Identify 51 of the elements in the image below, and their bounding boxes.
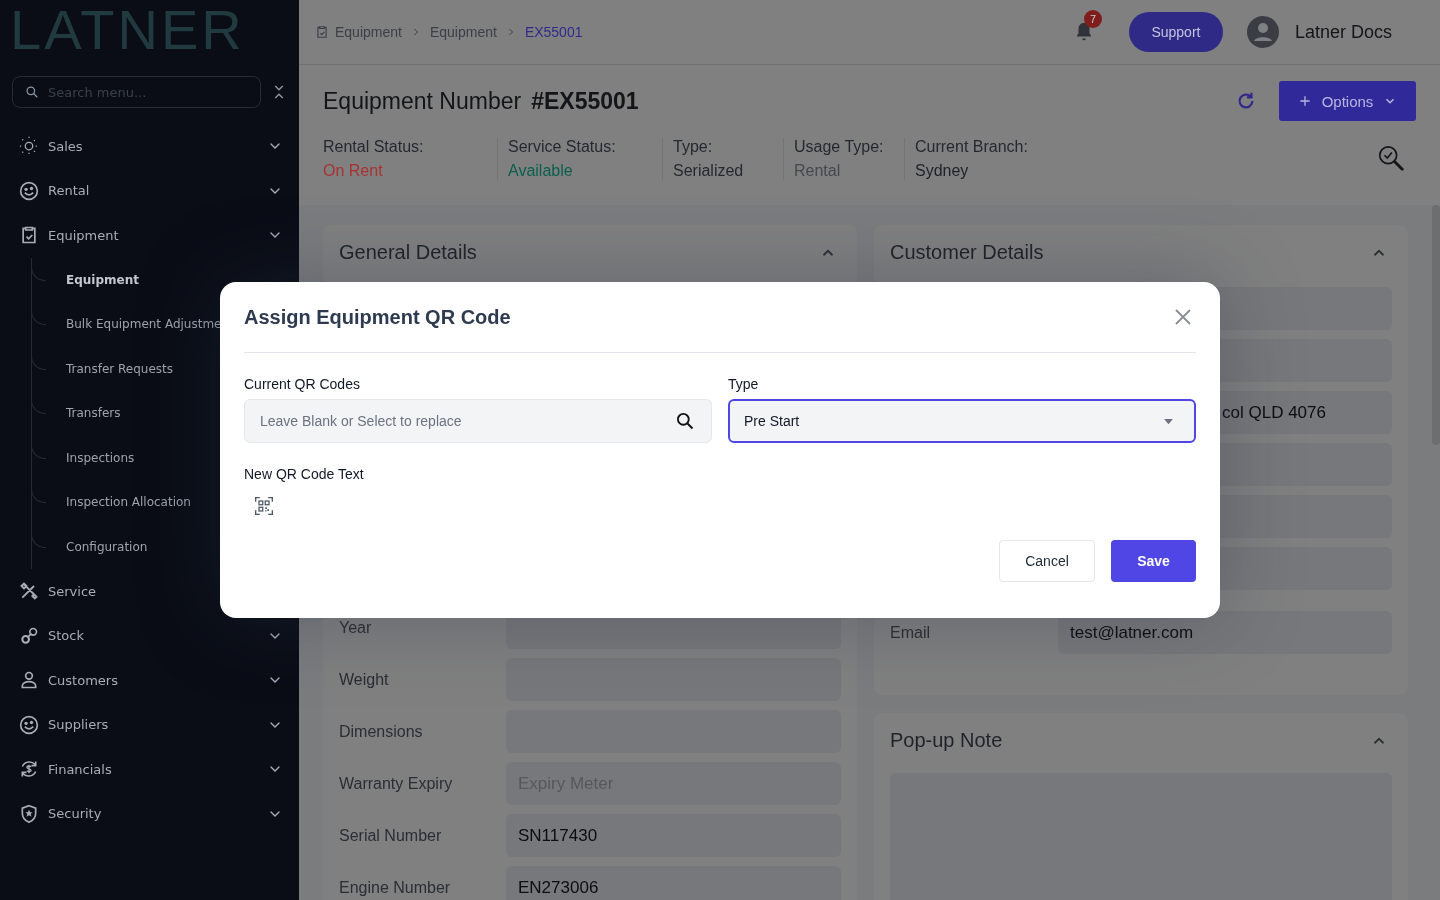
menu-item[interactable]: Rental [0,168,299,213]
submenu-item[interactable]: Inspection Allocation [66,495,191,510]
submenu-item[interactable]: Transfer Requests [66,361,174,376]
input-field[interactable]: EN273006 [506,866,841,900]
status-value: Sydney [915,162,970,180]
status-label: Current Branch: [915,138,1028,156]
save-button[interactable]: Save [1111,540,1196,582]
menu-item[interactable]: Equipment [0,213,299,258]
notification-count: 7 [1083,10,1102,28]
field-label: Year [339,618,373,637]
page-title: Equipment Number [323,87,522,115]
status-label: Service Status: [508,138,617,156]
user-name[interactable]: Latner Docs [1294,21,1392,43]
dialog-title: Assign Equipment QR Code [244,305,511,329]
support-button[interactable]: Support [1128,12,1223,52]
menu-item[interactable]: Customers [0,658,299,703]
card-title: Pop-up Note [890,729,1003,752]
field-label: Type [728,376,760,392]
status-value: Available [508,162,574,180]
status-label: Type: [673,138,714,156]
card-title: General Details [339,241,477,264]
menu-item[interactable]: Security [0,791,299,836]
equipment-number: #EX55001 [531,87,639,115]
submenu-item[interactable]: Inspections [66,450,135,465]
status-value: On Rent [323,162,384,180]
menu-item[interactable]: Stock [0,613,299,658]
menu-item[interactable]: Sales [0,124,299,169]
submenu-item[interactable]: Configuration [66,539,148,554]
menu-item[interactable]: Suppliers [0,702,299,747]
menu-item[interactable]: Financials [0,747,299,792]
status-value: Rental [794,162,842,180]
field-label: New QR Code Text [244,466,365,482]
input-field[interactable]: test@latner.com [1058,611,1392,654]
card-title: Customer Details [890,241,1044,264]
field-label: Warranty Expiry [339,774,454,793]
status-value: Serialized [673,162,745,180]
field-label: Email [890,623,930,641]
submenu-item[interactable]: Transfers [66,406,121,421]
field-label: Weight [339,670,390,689]
field-label: Engine Number [339,878,452,897]
input-field[interactable]: SN117430 [506,814,841,857]
type-select[interactable]: Pre Start [728,399,1196,443]
field-label: Serial Number [339,826,443,845]
submenu-item[interactable]: Equipment [66,272,139,287]
status-label: Usage Type: [794,138,885,156]
submenu-item[interactable]: Bulk Equipment Adjustme [66,317,222,332]
options-button[interactable]: Options [1279,81,1416,121]
field-label: Current QR Codes [244,376,361,392]
field-label: Dimensions [339,722,424,741]
status-label: Rental Status: [323,138,425,156]
cancel-button[interactable]: Cancel [999,540,1095,582]
